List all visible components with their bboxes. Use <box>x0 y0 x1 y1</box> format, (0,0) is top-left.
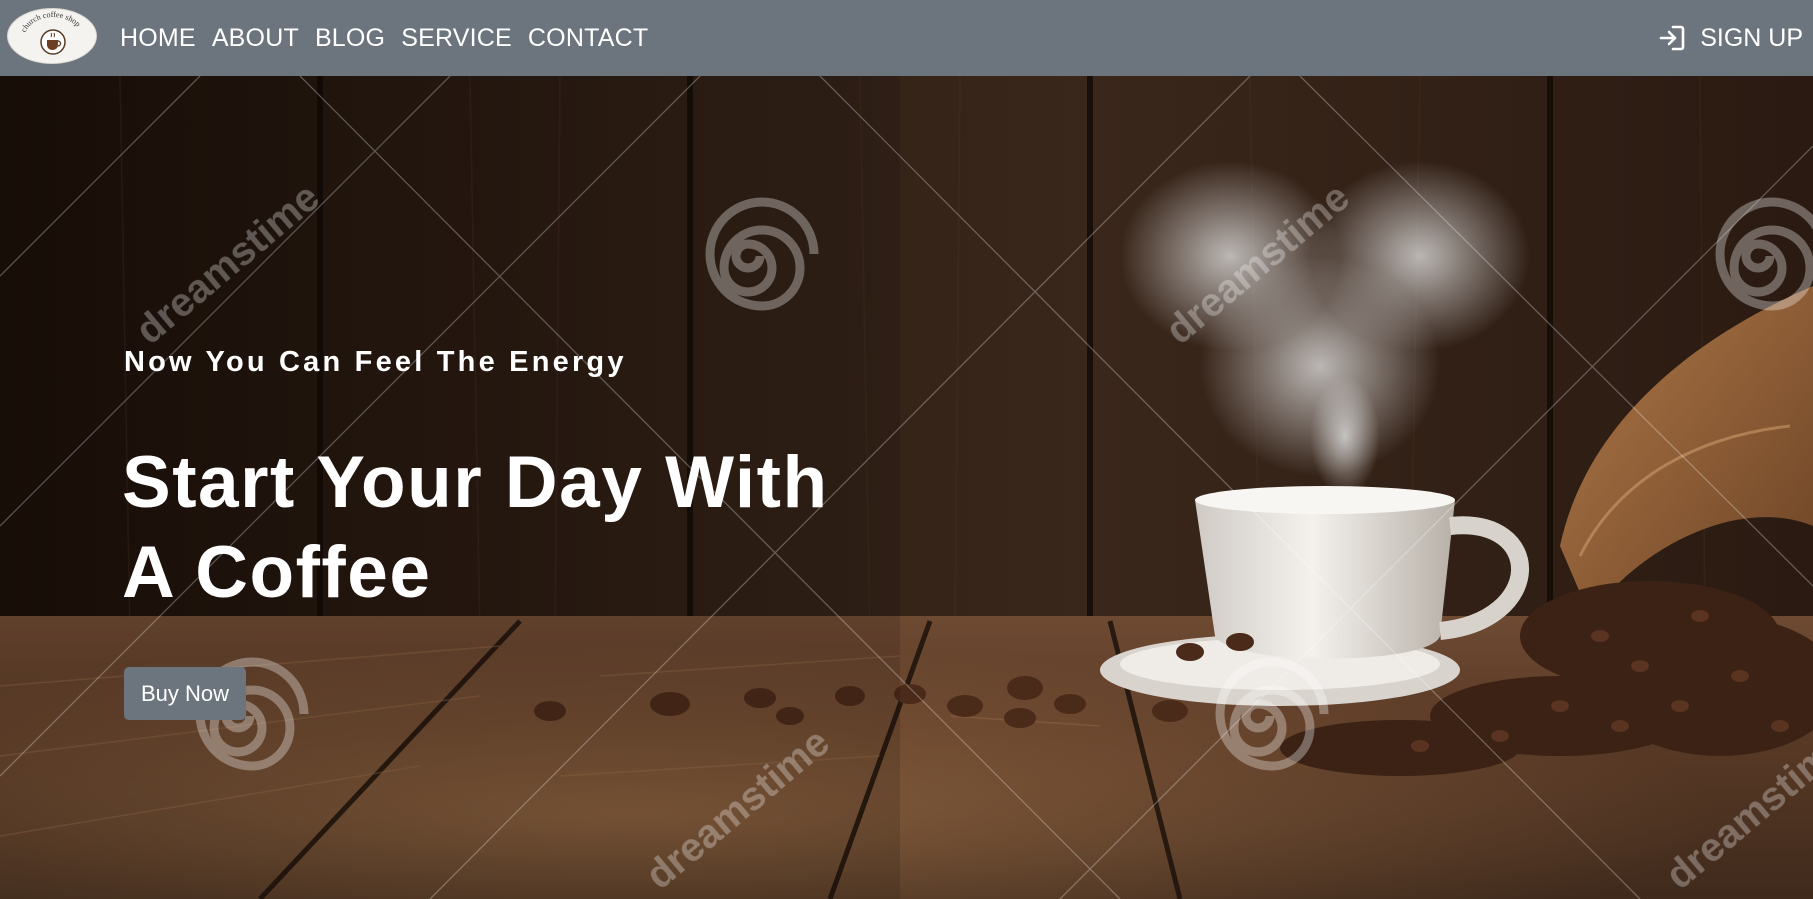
hero-headline-line2: A Coffee <box>122 532 432 613</box>
brand-logo[interactable]: church coffee shop <box>7 8 97 64</box>
top-navbar: church coffee shop HOME ABOUT BLOG SERVI… <box>0 0 1813 76</box>
buy-now-button[interactable]: Buy Now <box>124 667 246 720</box>
sign-up-button[interactable]: SIGN UP <box>1658 0 1803 76</box>
hero-headline: Start Your Day With A Coffee <box>122 438 882 618</box>
hero-tagline: Now You Can Feel The Energy <box>124 346 627 378</box>
hero-headline-line1: Start Your Day With <box>122 442 829 523</box>
sign-in-icon <box>1658 24 1686 52</box>
main-nav: HOME ABOUT BLOG SERVICE CONTACT <box>120 0 664 76</box>
coffee-cup-icon: church coffee shop <box>9 10 96 63</box>
nav-link-contact[interactable]: CONTACT <box>528 25 648 51</box>
nav-link-home[interactable]: HOME <box>120 25 196 51</box>
hero-banner: dreamstime dreamstime dreamstime dreamst… <box>0 76 1813 899</box>
sign-up-label: SIGN UP <box>1700 23 1803 52</box>
nav-link-service[interactable]: SERVICE <box>401 25 512 51</box>
nav-link-about[interactable]: ABOUT <box>212 25 299 51</box>
nav-link-blog[interactable]: BLOG <box>315 25 385 51</box>
